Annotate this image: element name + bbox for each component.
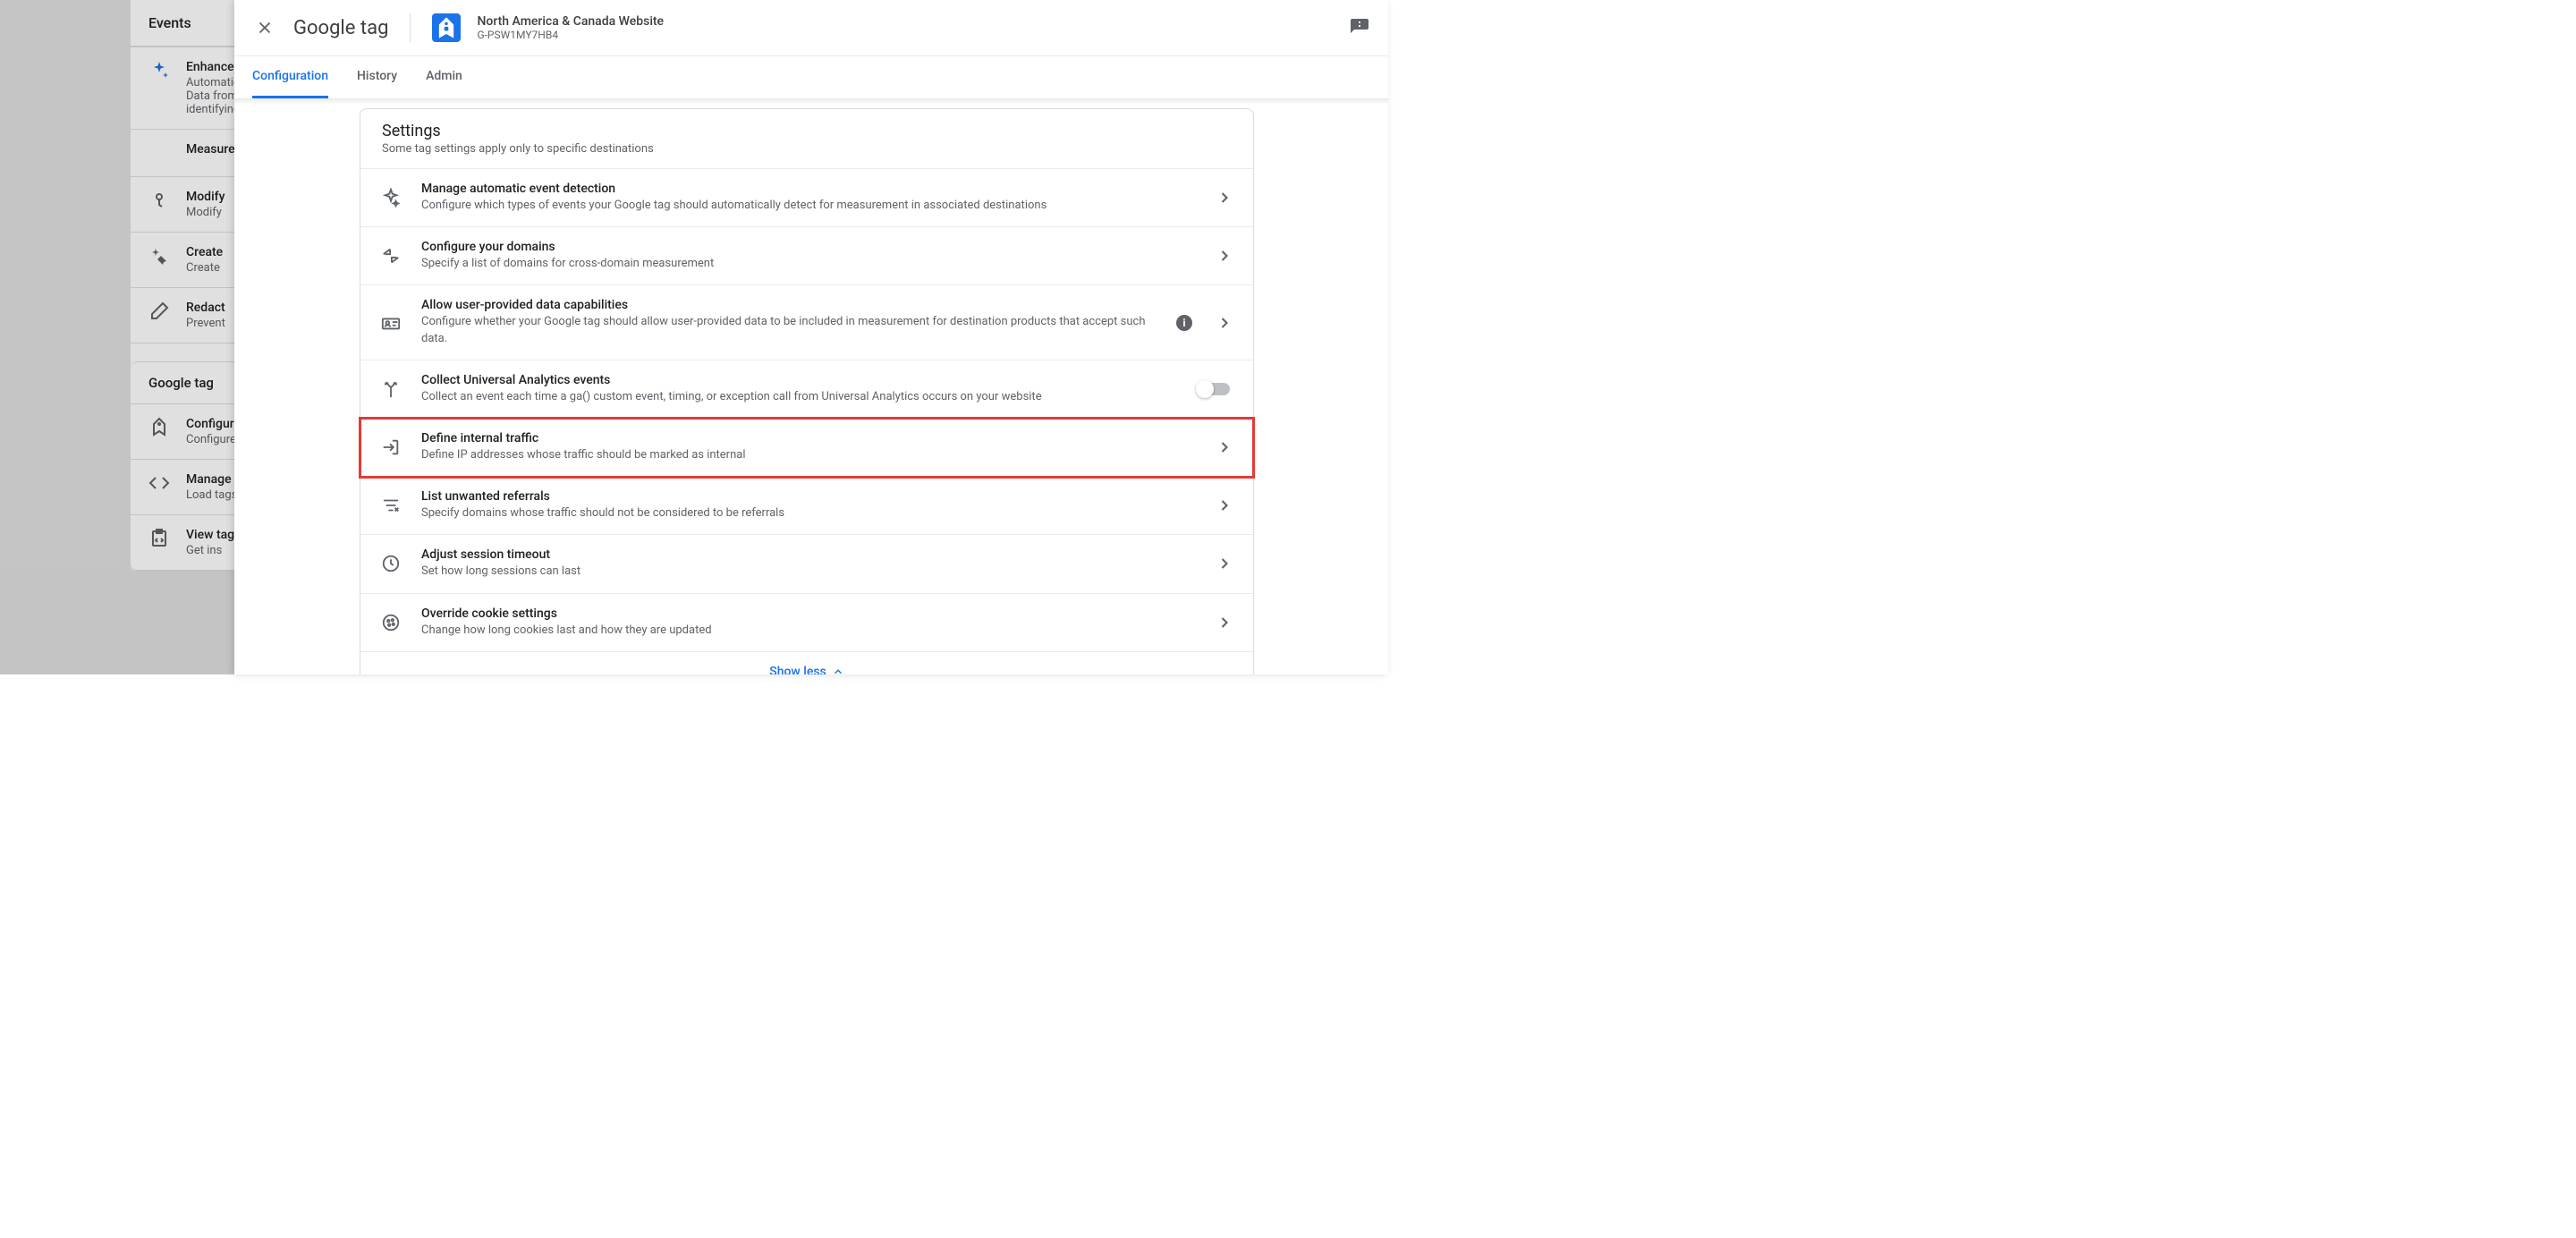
- info-icon[interactable]: i: [1176, 315, 1192, 331]
- tab-admin[interactable]: Admin: [426, 56, 462, 98]
- fork-icon: [380, 378, 402, 400]
- setting-subtitle: Configure whether your Google tag should…: [421, 314, 1157, 346]
- arrows-in-icon: [380, 245, 402, 267]
- setting-row-adjust-session-timeout[interactable]: Adjust session timeout Set how long sessi…: [360, 535, 1253, 593]
- login-icon: [380, 437, 402, 458]
- cookie-icon: [380, 612, 402, 633]
- chevron-right-icon: [1216, 614, 1233, 632]
- setting-row-override-cookie-settings[interactable]: Override cookie settings Change how long …: [360, 594, 1253, 652]
- setting-row-manage-automatic-event-detection[interactable]: Manage automatic event detection Configur…: [360, 169, 1253, 227]
- chevron-right-icon: [1216, 438, 1233, 456]
- settings-header: Settings Some tag settings apply only to…: [360, 109, 1253, 169]
- id-card-icon: [380, 312, 402, 334]
- setting-subtitle: Specify a list of domains for cross-doma…: [421, 256, 1196, 272]
- setting-row-list-unwanted-referrals[interactable]: List unwanted referralsSpecify domains w…: [360, 477, 1253, 535]
- setting-title: Adjust session timeout: [421, 547, 1196, 562]
- setting-row-configure-your-domains[interactable]: Configure your domains Specify a list of …: [360, 227, 1253, 285]
- setting-title: Define internal traffic: [421, 431, 1196, 445]
- chevron-right-icon: [1216, 189, 1233, 207]
- property-name: North America & Canada Website: [477, 14, 664, 29]
- filter-x-icon: [380, 495, 402, 516]
- settings-title: Settings: [382, 122, 1232, 140]
- tab-configuration[interactable]: Configuration: [252, 56, 328, 98]
- property-id: G-PSW1MY7HB4: [477, 29, 664, 41]
- setting-subtitle: Change how long cookies last and how the…: [421, 623, 1196, 639]
- setting-subtitle: Specify domains whose traffic should not…: [421, 505, 1196, 521]
- setting-title: Configure your domains: [421, 240, 1196, 254]
- property-info: North America & Canada Website G-PSW1MY7…: [477, 14, 664, 41]
- chevron-right-icon: [1216, 555, 1233, 572]
- setting-row-collect-universal-analytics-events[interactable]: Collect Universal Analytics events Collec…: [360, 360, 1253, 419]
- setting-row-allow-user-provided-data-capabilities[interactable]: Allow user-provided data capabilities Con…: [360, 285, 1253, 360]
- setting-subtitle: Collect an event each time a ga() custom…: [421, 389, 1178, 405]
- setting-title: List unwanted referrals: [421, 489, 1196, 504]
- chevron-right-icon: [1216, 247, 1233, 265]
- toggle-off[interactable]: [1198, 383, 1230, 395]
- settings-subtitle: Some tag settings apply only to specific…: [382, 142, 1232, 156]
- setting-title: Collect Universal Analytics events: [421, 373, 1178, 387]
- close-button[interactable]: [252, 15, 277, 40]
- settings-list: Manage automatic event detection Configur…: [360, 169, 1253, 652]
- google-tag-icon: [432, 13, 461, 42]
- setting-subtitle: Set how long sessions can last: [421, 564, 1196, 580]
- overlay-tabs: Configuration History Admin: [234, 56, 1388, 99]
- show-less-button[interactable]: Show less: [360, 652, 1253, 674]
- chevron-right-icon: [1216, 496, 1233, 514]
- header-divider: [410, 13, 411, 42]
- setting-title: Allow user-provided data capabilities: [421, 298, 1157, 312]
- settings-card: Settings Some tag settings apply only to…: [360, 108, 1254, 674]
- google-tag-overlay: Google tag North America & Canada Websit…: [234, 0, 1388, 674]
- feedback-icon[interactable]: [1349, 17, 1370, 38]
- sparkle-icon: [380, 187, 402, 208]
- setting-row-define-internal-traffic[interactable]: Define internal traffic Define IP address…: [360, 419, 1253, 477]
- setting-subtitle: Define IP addresses whose traffic should…: [421, 447, 1196, 463]
- tab-history[interactable]: History: [357, 56, 397, 98]
- setting-title: Override cookie settings: [421, 606, 1196, 621]
- chevron-right-icon: [1216, 314, 1233, 332]
- setting-title: Manage automatic event detection: [421, 182, 1196, 196]
- overlay-brand: Google tag: [293, 17, 388, 39]
- overlay-header: Google tag North America & Canada Websit…: [234, 0, 1388, 56]
- overlay-body: Settings Some tag settings apply only to…: [234, 99, 1388, 674]
- setting-subtitle: Configure which types of events your Goo…: [421, 198, 1196, 214]
- clock-icon: [380, 553, 402, 574]
